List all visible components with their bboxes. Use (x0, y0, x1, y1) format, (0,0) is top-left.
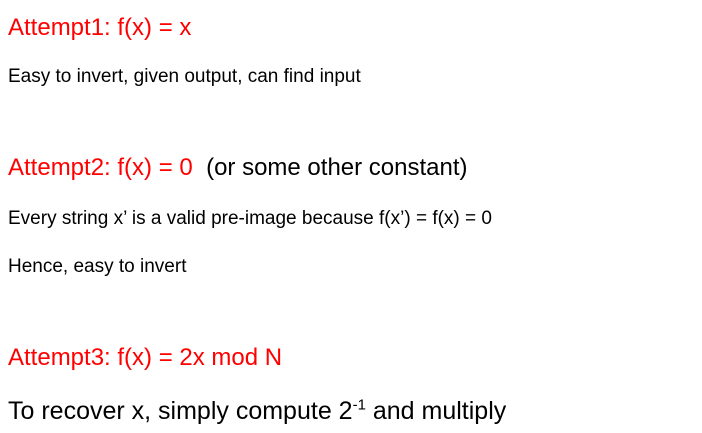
attempt1-description: Easy to invert, given output, can find i… (8, 66, 361, 87)
attempt3-line-before: To recover x, simply compute 2 (8, 397, 353, 425)
attempt1-heading: Attempt1: f(x) = x (8, 14, 192, 41)
attempt3-heading: Attempt3: f(x) = 2x mod N (8, 344, 283, 371)
attempt3-line-after: and multiply (365, 397, 507, 425)
attempt2-line2: Hence, easy to invert (8, 256, 187, 277)
attempt3-exponent: -1 (352, 396, 366, 414)
attempt3-line: To recover x, simply compute 2-1 and mul… (8, 397, 506, 426)
attempt2-heading: Attempt2: f(x) = 0 (8, 154, 193, 181)
attempt2-heading-note: (or some other constant) (206, 154, 468, 181)
attempt2-line1: Every string x’ is a valid pre-image bec… (8, 208, 492, 229)
attempt2-heading-row: Attempt2: f(x) = 0 (or some other consta… (8, 154, 468, 182)
